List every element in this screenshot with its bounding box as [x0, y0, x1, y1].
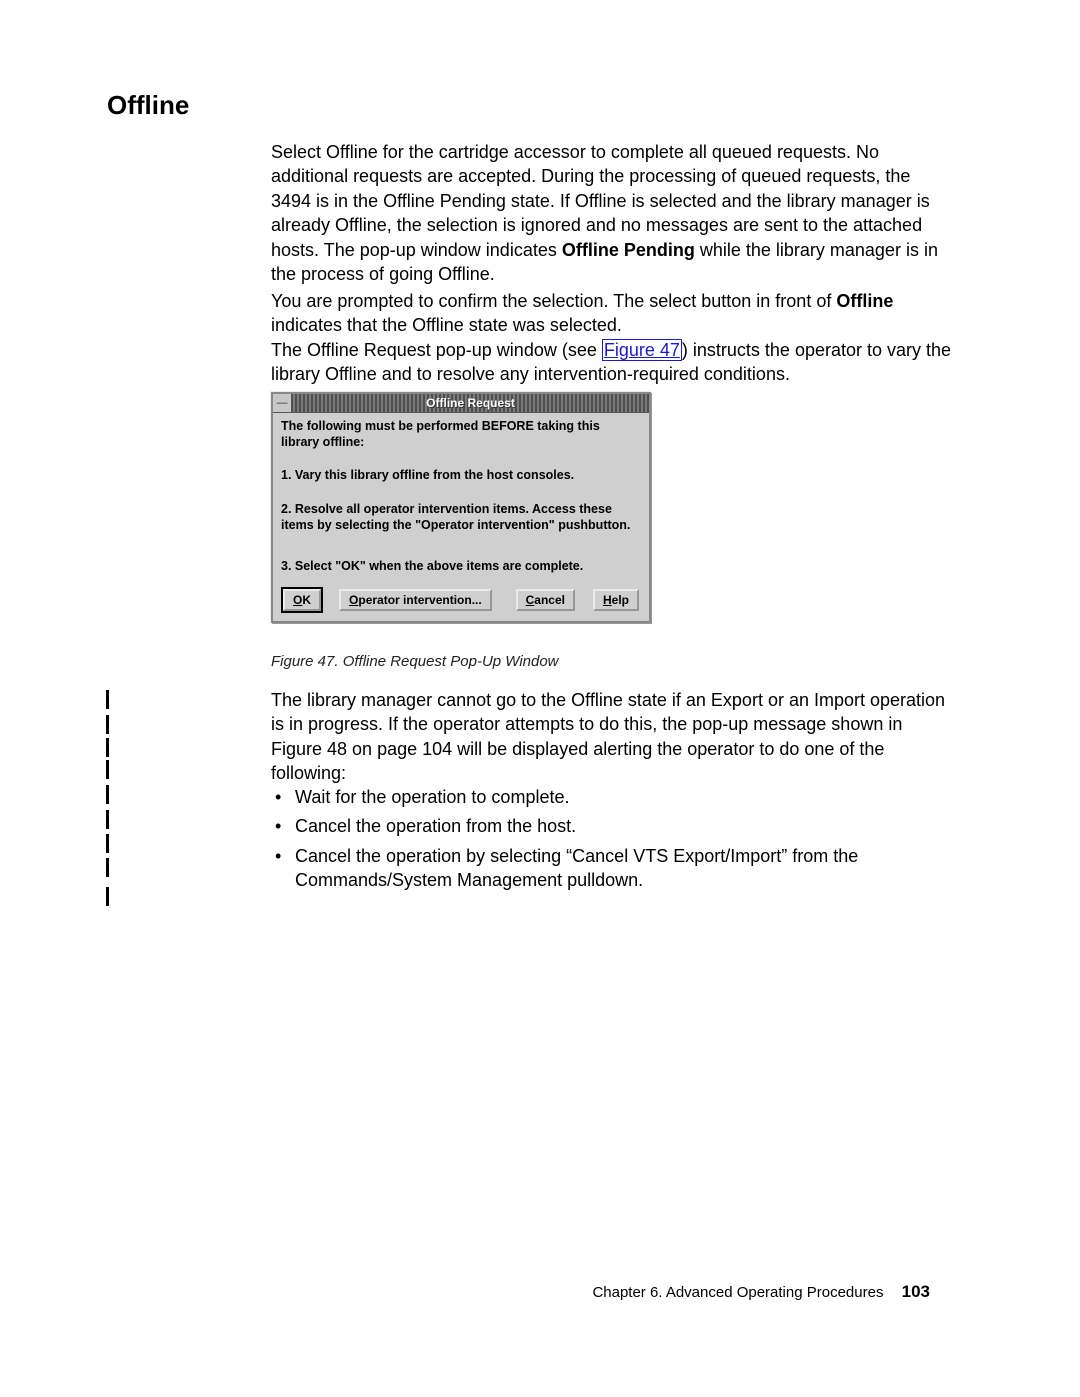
- dialog-intro: The following must be performed BEFORE t…: [281, 419, 641, 450]
- chapter-label: Chapter 6. Advanced Operating Procedures: [592, 1284, 883, 1301]
- mnemonic: H: [603, 593, 612, 607]
- mnemonic: O: [349, 593, 358, 607]
- paragraph-4: The library manager cannot go to the Off…: [271, 688, 953, 786]
- revision-bar: [106, 738, 109, 757]
- paragraph-1: Select Offline for the cartridge accesso…: [271, 140, 953, 287]
- revision-bar: [106, 810, 109, 829]
- text: You are prompted to confirm the selectio…: [271, 291, 836, 311]
- dialog-body: The following must be performed BEFORE t…: [273, 413, 649, 621]
- revision-bar: [106, 690, 109, 709]
- revision-bar: [106, 760, 109, 779]
- mnemonic: O: [293, 593, 302, 607]
- text: The Offline Request pop-up window (see: [271, 340, 602, 360]
- bullet-list-container: Wait for the operation to complete. Canc…: [271, 785, 953, 897]
- list-item: Cancel the operation from the host.: [271, 814, 953, 838]
- figure-link[interactable]: Figure 47: [602, 339, 682, 361]
- page-footer: Chapter 6. Advanced Operating Procedures…: [592, 1282, 930, 1302]
- cancel-button[interactable]: Cancel: [516, 589, 575, 611]
- paragraph-2: You are prompted to confirm the selectio…: [271, 289, 953, 338]
- bold-text: Offline: [836, 291, 893, 311]
- dialog-step-3: 3. Select "OK" when the above items are …: [281, 559, 641, 575]
- ok-button[interactable]: OK: [283, 589, 321, 611]
- label: elp: [612, 593, 629, 607]
- dialog-step-2: 2. Resolve all operator intervention ite…: [281, 502, 641, 533]
- label: perator intervention...: [358, 593, 481, 607]
- list-item: Wait for the operation to complete.: [271, 785, 953, 809]
- system-menu-icon[interactable]: —: [273, 394, 292, 412]
- revision-bar: [106, 715, 109, 734]
- operator-intervention-button[interactable]: Operator intervention...: [339, 589, 492, 611]
- dialog-title: Offline Request: [292, 394, 649, 412]
- revision-bar: [106, 858, 109, 877]
- revision-bar: [106, 887, 109, 906]
- paragraph-3: The Offline Request pop-up window (see F…: [271, 338, 953, 387]
- revision-bar: [106, 834, 109, 853]
- mnemonic: C: [526, 593, 535, 607]
- section-heading: Offline: [107, 90, 189, 121]
- label: ancel: [534, 593, 565, 607]
- bullet-list: Wait for the operation to complete. Canc…: [271, 785, 953, 892]
- figure-caption: Figure 47. Offline Request Pop-Up Window: [271, 653, 559, 670]
- page-number: 103: [902, 1282, 930, 1301]
- revision-bar: [106, 785, 109, 804]
- help-button[interactable]: Help: [593, 589, 639, 611]
- dialog-step-1: 1. Vary this library offline from the ho…: [281, 468, 641, 484]
- text: indicates that the Offline state was sel…: [271, 315, 622, 335]
- list-item: Cancel the operation by selecting “Cance…: [271, 844, 953, 893]
- dialog-button-row: OK Operator intervention... Cancel Help: [281, 585, 641, 613]
- label: K: [302, 593, 311, 607]
- dialog-titlebar: — Offline Request: [273, 394, 649, 413]
- offline-request-dialog: — Offline Request The following must be …: [271, 392, 651, 623]
- bold-text: Offline Pending: [562, 240, 695, 260]
